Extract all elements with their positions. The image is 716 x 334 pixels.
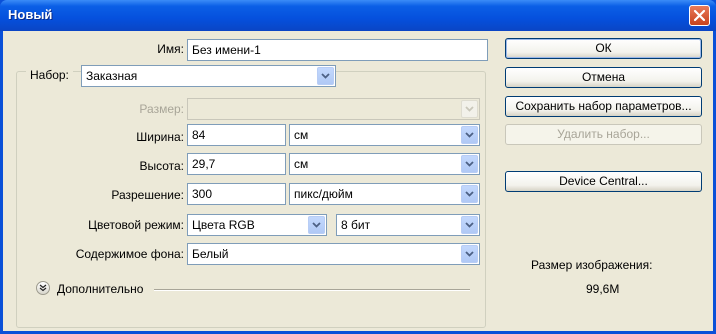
background-select[interactable]: Белый <box>187 243 480 265</box>
color-mode-value: Цвета RGB <box>192 218 255 232</box>
close-icon <box>693 9 706 22</box>
advanced-label: Дополнительно <box>57 282 144 296</box>
chevron-down-icon[interactable] <box>308 216 325 234</box>
chevron-down-icon[interactable] <box>461 155 478 173</box>
width-label: Ширина: <box>136 130 184 144</box>
bit-depth-value: 8 бит <box>341 218 371 232</box>
expand-chevron-icon <box>39 284 47 292</box>
save-preset-button[interactable]: Сохранить набор параметров... <box>505 96 702 117</box>
chevron-down-icon <box>461 100 478 118</box>
advanced-toggle[interactable] <box>36 281 50 295</box>
ok-button[interactable]: ОК <box>505 38 702 59</box>
dialog-body: Имя: Без имени-1 Набор: Заказная Размер:… <box>3 31 713 331</box>
height-unit-select[interactable]: см <box>289 153 480 175</box>
name-label: Имя: <box>157 42 184 56</box>
chevron-down-icon[interactable] <box>461 126 478 144</box>
resolution-input[interactable]: 300 <box>187 183 286 205</box>
preset-label: Набор: <box>26 68 73 82</box>
resolution-label: Разрешение: <box>111 188 184 202</box>
height-unit-value: см <box>294 157 309 171</box>
background-label: Содержимое фона: <box>75 247 184 261</box>
image-size-label: Размер изображения: <box>531 258 653 272</box>
size-select <box>187 98 480 120</box>
cancel-button[interactable]: Отмена <box>505 67 702 88</box>
height-label: Высота: <box>139 159 184 173</box>
width-input[interactable]: 84 <box>187 124 286 146</box>
dialog-window: Новый Имя: Без имени-1 Набор: Заказная Р… <box>0 0 716 334</box>
width-unit-select[interactable]: см <box>289 124 480 146</box>
preset-value: Заказная <box>86 69 138 83</box>
image-size-value: 99,6M <box>586 282 620 296</box>
chevron-down-icon[interactable] <box>317 67 334 85</box>
width-unit-value: см <box>294 128 309 142</box>
background-value: Белый <box>192 247 229 261</box>
size-label: Размер: <box>139 102 184 116</box>
height-input[interactable]: 29,7 <box>187 153 286 175</box>
window-title: Новый <box>8 7 53 22</box>
color-mode-label: Цветовой режим: <box>88 218 184 232</box>
device-central-button[interactable]: Device Central... <box>505 171 702 192</box>
advanced-separator <box>154 289 470 291</box>
close-button[interactable] <box>689 5 710 26</box>
resolution-unit-select[interactable]: пикс/дюйм <box>289 183 480 205</box>
preset-select[interactable]: Заказная <box>81 65 336 87</box>
chevron-down-icon[interactable] <box>461 245 478 263</box>
delete-preset-button: Удалить набор... <box>505 124 702 145</box>
chevron-down-icon[interactable] <box>461 185 478 203</box>
resolution-unit-value: пикс/дюйм <box>294 187 353 201</box>
chevron-down-icon[interactable] <box>461 216 478 234</box>
bit-depth-select[interactable]: 8 бит <box>336 214 480 236</box>
color-mode-select[interactable]: Цвета RGB <box>187 214 327 236</box>
name-input[interactable]: Без имени-1 <box>187 39 488 61</box>
title-bar[interactable]: Новый <box>0 0 716 31</box>
